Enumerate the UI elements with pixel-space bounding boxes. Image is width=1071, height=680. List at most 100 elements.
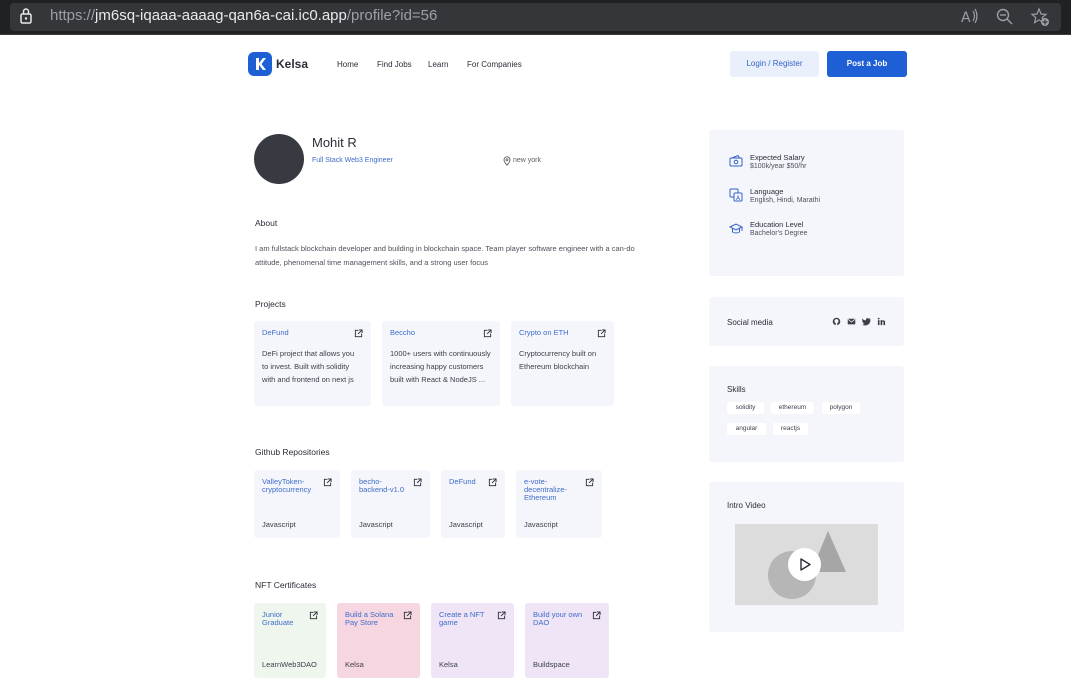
nft-issuer: Kelsa — [345, 660, 364, 669]
kelsa-logo[interactable] — [248, 52, 272, 76]
project-description: 1000+ users with continuously increasing… — [390, 347, 491, 386]
repo-title-line: backend-v1.0 — [359, 485, 405, 494]
nav-link-home[interactable]: Home — [337, 60, 358, 69]
video-player[interactable] — [735, 524, 878, 605]
social-media-title: Social media — [727, 318, 773, 327]
repo-title[interactable]: DeFund — [449, 478, 476, 486]
nft-title-line: game — [439, 618, 458, 627]
external-link-icon[interactable] — [323, 478, 332, 487]
linkedin-icon[interactable] — [877, 317, 886, 326]
repo-title[interactable]: becho- backend-v1.0 — [359, 478, 404, 494]
salary-label: Expected Salary — [750, 153, 805, 162]
salary-icon — [729, 154, 743, 167]
nft-title[interactable]: Create a NFT game — [439, 611, 484, 627]
external-link-icon[interactable] — [483, 329, 492, 338]
read-aloud-icon[interactable]: A — [960, 7, 980, 27]
nft-card[interactable]: Junior Graduate LearnWeb3DAO — [254, 603, 326, 678]
favorites-add-icon[interactable] — [1030, 7, 1050, 27]
project-card[interactable]: DeFund DeFi project that allows you to i… — [254, 321, 371, 406]
salary-value: $100k/year $50/hr — [750, 163, 807, 170]
kelsa-logo-icon — [256, 58, 266, 70]
project-desc-line: to invest. Built with solidity — [262, 362, 350, 371]
project-description: Cryptocurrency built on Ethereum blockch… — [519, 347, 596, 373]
repo-card[interactable]: e-vote- decentralize- Ethereum Javascrip… — [516, 470, 602, 538]
repo-card[interactable]: ValleyToken- cryptocurrency Javascript — [254, 470, 340, 538]
skill-chip: angular — [727, 423, 766, 435]
repo-title[interactable]: ValleyToken- cryptocurrency — [262, 478, 311, 494]
external-link-icon[interactable] — [354, 329, 363, 338]
external-link-icon[interactable] — [488, 478, 497, 487]
repo-card[interactable]: becho- backend-v1.0 Javascript — [351, 470, 430, 538]
repo-language: Javascript — [359, 520, 393, 529]
repo-language: Javascript — [262, 520, 296, 529]
zoom-out-icon[interactable] — [995, 7, 1015, 27]
external-link-icon[interactable] — [497, 611, 506, 620]
project-card[interactable]: Crypto on ETH Cryptocurrency built on Et… — [511, 321, 614, 406]
external-link-icon[interactable] — [585, 478, 594, 487]
nft-card[interactable]: Create a NFT game Kelsa — [431, 603, 514, 678]
post-job-button[interactable]: Post a Job — [827, 51, 907, 77]
project-description: DeFi project that allows you to invest. … — [262, 347, 354, 386]
profile-location: new york — [513, 157, 542, 164]
project-title[interactable]: Beccho — [390, 329, 415, 337]
repo-title[interactable]: e-vote- decentralize- Ethereum — [524, 478, 567, 502]
social-media-panel: Social media — [709, 297, 904, 346]
about-text: I am fullstack blockchain developer and … — [255, 244, 635, 267]
project-title[interactable]: DeFund — [262, 329, 289, 337]
url-scheme: https:// — [50, 7, 96, 24]
twitter-icon[interactable] — [862, 317, 871, 326]
repo-title-line: DeFund — [449, 477, 476, 486]
profile-name: Mohit R — [312, 135, 357, 150]
project-title[interactable]: Crypto on ETH — [519, 329, 569, 337]
external-link-icon[interactable] — [403, 611, 412, 620]
nft-title[interactable]: Junior Graduate — [262, 611, 293, 627]
repos-heading: Github Repositories — [255, 447, 330, 457]
repo-title-line: cryptocurrency — [262, 485, 312, 494]
project-desc-line: built with React & NodeJS ... — [390, 375, 486, 384]
login-register-button[interactable]: Login / Register — [730, 51, 819, 77]
url-path: /profile?id=56 — [346, 7, 438, 24]
brand-name[interactable]: Kelsa — [276, 57, 308, 71]
education-label: Education Level — [750, 220, 804, 229]
url-text: https://jm6sq-iqaaa-aaaag-qan6a-cai.ic0.… — [50, 7, 437, 24]
skill-chip: solidity — [727, 402, 764, 414]
project-desc-line: with and frontend on next js — [262, 375, 354, 384]
site-nav: Kelsa Home Find Jobs Learn For Companies… — [248, 50, 908, 78]
nft-card[interactable]: Build your own DAO Buildspace — [525, 603, 609, 678]
nft-title-line: DAO — [533, 618, 550, 627]
nft-issuer: Buildspace — [533, 660, 570, 669]
svg-text:A: A — [961, 10, 971, 26]
address-bar[interactable]: https://jm6sq-iqaaa-aaaag-qan6a-cai.ic0.… — [10, 3, 1061, 31]
project-desc-line: Ethereum blockchain — [519, 362, 590, 371]
skill-chip: reactjs — [773, 423, 808, 435]
avatar — [254, 134, 304, 184]
play-button[interactable] — [788, 548, 821, 581]
project-card[interactable]: Beccho 1000+ users with continuously inc… — [382, 321, 500, 406]
language-label: Language — [750, 187, 784, 196]
external-link-icon[interactable] — [413, 478, 422, 487]
browser-toolbar: https://jm6sq-iqaaa-aaaag-qan6a-cai.ic0.… — [0, 0, 1071, 35]
location-pin-icon — [503, 156, 511, 166]
skills-title: Skills — [727, 385, 746, 394]
nft-title[interactable]: Build a Solana Pay Store — [345, 611, 393, 627]
project-desc-line: increasing happy customers — [390, 362, 484, 371]
nav-link-for-companies[interactable]: For Companies — [467, 60, 522, 69]
nav-link-find-jobs[interactable]: Find Jobs — [377, 60, 412, 69]
external-link-icon[interactable] — [597, 329, 606, 338]
nft-issuer: Kelsa — [439, 660, 458, 669]
nft-title-line: Graduate — [262, 618, 294, 627]
language-icon: A — [729, 188, 743, 202]
project-desc-line: Cryptocurrency built on — [519, 349, 597, 358]
graduation-cap-icon — [729, 223, 743, 234]
github-icon[interactable] — [832, 317, 841, 326]
intro-video-panel: Intro Video — [709, 482, 904, 632]
email-icon[interactable] — [847, 317, 856, 326]
nav-link-learn[interactable]: Learn — [428, 60, 448, 69]
nft-title[interactable]: Build your own DAO — [533, 611, 582, 627]
repo-card[interactable]: DeFund Javascript — [441, 470, 505, 538]
nft-card[interactable]: Build a Solana Pay Store Kelsa — [337, 603, 420, 678]
external-link-icon[interactable] — [309, 611, 318, 620]
nft-title-line: Pay Store — [345, 618, 378, 627]
repo-language: Javascript — [524, 520, 558, 529]
external-link-icon[interactable] — [592, 611, 601, 620]
